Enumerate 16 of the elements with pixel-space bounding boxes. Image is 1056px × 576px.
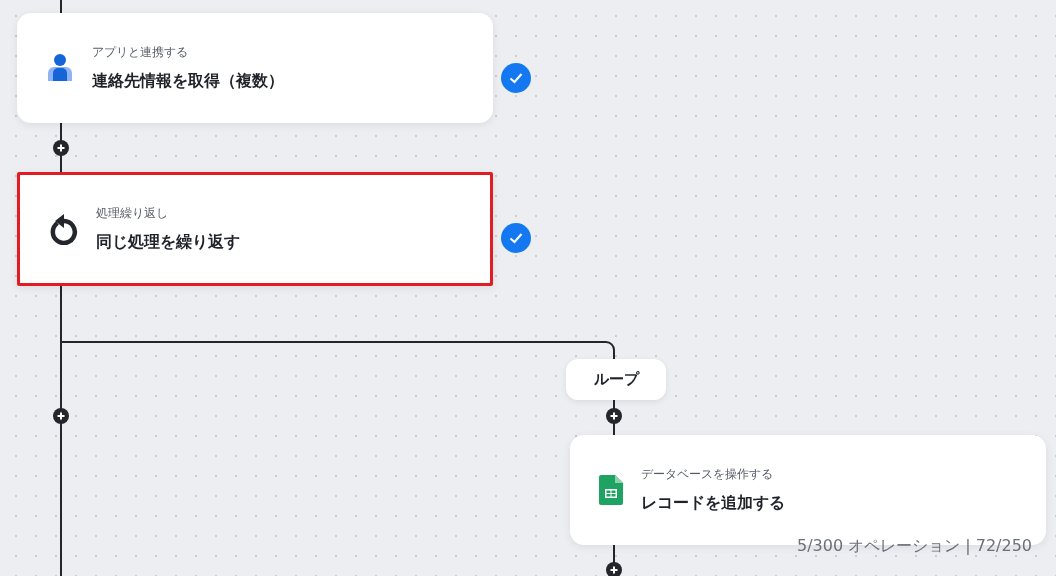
spreadsheet-icon: [599, 475, 623, 505]
step-title: レコードを追加する: [641, 493, 785, 514]
step-title: 連絡先情報を取得（複数）: [92, 71, 284, 92]
step-category: データベースを操作する: [641, 466, 774, 483]
step-card[interactable]: 処理繰り返し 同じ処理を繰り返す: [17, 172, 493, 286]
step-category: 処理繰り返し: [96, 205, 169, 222]
step-card[interactable]: アプリと連携する 連絡先情報を取得（複数）: [17, 13, 493, 123]
loop-label: ループ: [566, 359, 666, 400]
add-step-icon[interactable]: [53, 140, 69, 156]
add-step-icon[interactable]: [606, 562, 622, 576]
add-step-icon[interactable]: [606, 408, 622, 424]
step-category: アプリと連携する: [92, 44, 189, 61]
person-icon: [46, 53, 74, 83]
add-step-icon[interactable]: [53, 408, 69, 424]
step-title: 同じ処理を繰り返す: [96, 232, 240, 253]
loop-arrow-icon: [48, 213, 78, 245]
